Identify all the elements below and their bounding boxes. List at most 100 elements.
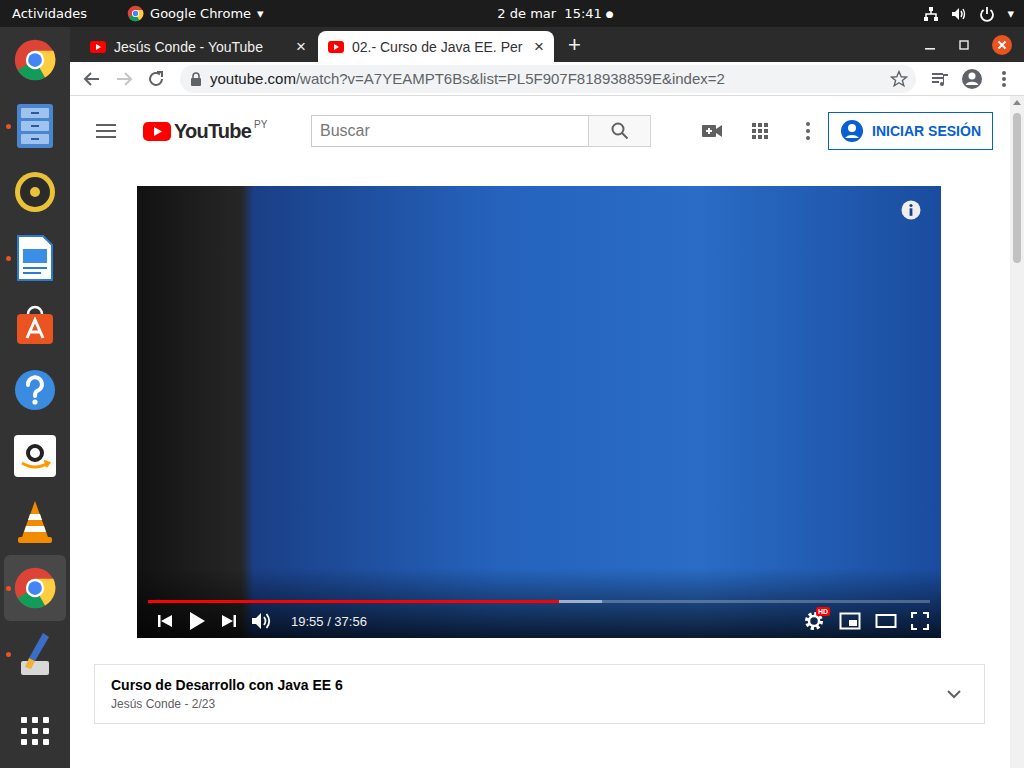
kebab-icon	[1001, 70, 1007, 88]
menu-button[interactable]	[992, 67, 1016, 91]
playlist-title: Curso de Desarrollo con Java EE 6	[111, 677, 946, 693]
dock-item[interactable]	[4, 93, 66, 159]
dock	[0, 27, 70, 768]
next-icon[interactable]	[221, 613, 237, 629]
window-controls	[924, 35, 1012, 55]
fullscreen-icon[interactable]	[911, 612, 929, 630]
lock-icon	[190, 72, 202, 86]
logo-text: YouTube	[174, 119, 251, 143]
record-dot: ●	[606, 9, 614, 19]
amazon-icon	[13, 434, 57, 478]
browser-tab[interactable]: 02.- Curso de Java EE. Per ×	[318, 31, 554, 62]
dock-item[interactable]	[4, 621, 66, 687]
running-dot	[6, 124, 11, 129]
page: YouTubePY INICIAR SESIÓN 19:55 / 37:56HD Cu…	[70, 96, 1024, 768]
playlist-icon	[931, 70, 949, 88]
forward-button[interactable]	[112, 67, 136, 91]
controls-shade	[137, 568, 941, 638]
system-arrow: ▾	[1007, 6, 1014, 21]
youtube-favicon-icon	[90, 41, 106, 53]
signin-label: INICIAR SESIÓN	[872, 123, 981, 139]
info-icon[interactable]	[901, 200, 921, 220]
search-box	[311, 115, 651, 147]
clock[interactable]: 2 de mar 15:41 ●	[497, 6, 613, 21]
app-arrow: ▾	[257, 6, 264, 21]
toolbar: youtube.com/watch?v=A7YEAMPT6Bs&list=PL5…	[70, 62, 1024, 96]
dock-item[interactable]	[4, 291, 66, 357]
chrome-icon	[13, 566, 57, 610]
reload-icon	[147, 70, 165, 88]
theater-icon[interactable]	[875, 613, 897, 629]
chevron-down-icon[interactable]	[946, 687, 962, 701]
dock-item[interactable]	[4, 27, 66, 93]
playlist-subtitle: Jesús Conde - 2/23	[111, 697, 946, 711]
search-button[interactable]	[588, 115, 651, 147]
minimize-icon[interactable]	[924, 39, 936, 51]
tab-strip: Jesús Conde - YouTube×02.- Curso de Java…	[70, 27, 1024, 62]
chrome-icon	[127, 5, 144, 22]
search-icon	[611, 122, 629, 140]
browser-tab[interactable]: Jesús Conde - YouTube×	[80, 31, 316, 62]
dock-item[interactable]	[4, 357, 66, 423]
vlc-icon	[15, 499, 55, 545]
playlist-panel[interactable]: Curso de Desarrollo con Java EE 6 Jesús C…	[94, 664, 985, 724]
settings-button[interactable]: HD	[803, 610, 825, 632]
dock-item[interactable]	[4, 423, 66, 489]
scroll-thumb[interactable]	[1013, 113, 1021, 263]
account-icon	[961, 68, 983, 90]
dock-item[interactable]	[4, 555, 66, 621]
dock-item[interactable]	[4, 159, 66, 225]
player-controls: 19:55 / 37:56HD	[137, 604, 941, 638]
scrollbar[interactable]	[1010, 96, 1024, 768]
clock-text: 2 de mar 15:41	[497, 6, 602, 21]
activities-button[interactable]: Actividades	[12, 6, 87, 21]
address-bar[interactable]: youtube.com/watch?v=A7YEAMPT6Bs&list=PL5…	[180, 65, 916, 93]
dock-item[interactable]	[4, 489, 66, 555]
container	[70, 96, 1010, 100]
media-button[interactable]	[928, 67, 952, 91]
star-icon[interactable]	[890, 70, 908, 88]
video-player[interactable]: 19:55 / 37:56HD	[137, 186, 941, 638]
signin-button[interactable]: INICIAR SESIÓN	[828, 112, 993, 150]
search-input[interactable]	[311, 115, 588, 147]
profile-button[interactable]	[960, 67, 984, 91]
previous-icon[interactable]	[157, 613, 173, 629]
tab-label: 02.- Curso de Java EE. Per	[352, 39, 526, 55]
progress-track[interactable]	[148, 600, 930, 603]
maximize-icon[interactable]	[958, 39, 970, 51]
software-icon	[13, 302, 57, 346]
system-menu[interactable]: ▾	[923, 6, 1014, 22]
dock-item[interactable]	[4, 225, 66, 291]
close-window-icon[interactable]	[992, 35, 1012, 55]
new-tab-button[interactable]: +	[568, 33, 581, 57]
paint-icon	[15, 631, 55, 677]
back-button[interactable]	[80, 67, 104, 91]
app-name: Google Chrome	[150, 6, 251, 21]
volume-icon[interactable]	[251, 611, 273, 631]
play-icon[interactable]	[187, 610, 207, 632]
tab-close-button[interactable]: ×	[534, 38, 544, 55]
tab-close-button[interactable]: ×	[296, 38, 306, 55]
reload-button[interactable]	[144, 67, 168, 91]
url: youtube.com/watch?v=A7YEAMPT6Bs&list=PL5…	[210, 70, 882, 87]
power-icon	[979, 6, 995, 22]
youtube-logo[interactable]: YouTubePY	[143, 119, 311, 143]
url-host: youtube.com	[210, 70, 296, 87]
region-code: PY	[254, 119, 267, 131]
apps-grid-icon	[19, 715, 51, 747]
desktop: Actividades Google Chrome ▾ 2 de mar 15:41 ●…	[0, 0, 1024, 768]
apps-icon[interactable]	[748, 119, 772, 143]
miniplayer-icon[interactable]	[839, 612, 861, 630]
video-camera-icon[interactable]	[700, 119, 724, 143]
chrome-icon	[13, 38, 57, 82]
hamburger-icon[interactable]	[96, 123, 116, 139]
running-dot	[6, 652, 11, 657]
scroll-up-icon[interactable]	[1013, 100, 1021, 105]
user-icon	[840, 119, 864, 143]
volume-icon	[951, 6, 967, 22]
youtube-header: YouTubePY INICIAR SESIÓN	[70, 100, 1010, 162]
chrome-window: Jesús Conde - YouTube×02.- Curso de Java…	[70, 27, 1024, 768]
app-menu[interactable]: Google Chrome ▾	[127, 5, 264, 22]
more-dots-icon[interactable]	[796, 119, 820, 143]
show-apps-button[interactable]	[4, 698, 66, 764]
